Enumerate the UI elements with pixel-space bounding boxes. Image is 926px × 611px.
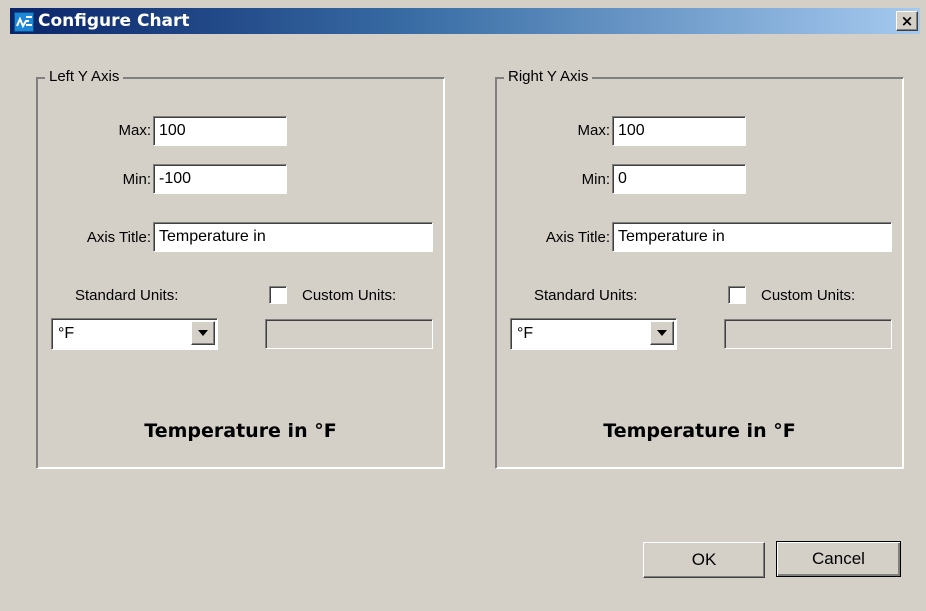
right-custom-units-input[interactable] xyxy=(724,319,892,349)
right-axis-title-input[interactable]: Temperature in xyxy=(612,222,892,252)
left-standard-units-value: °F xyxy=(58,325,75,342)
left-max-label: Max: xyxy=(118,122,151,139)
right-y-axis-legend: Right Y Axis xyxy=(504,68,593,85)
left-max-input[interactable]: 100 xyxy=(153,116,287,146)
chevron-down-icon[interactable] xyxy=(191,321,215,345)
right-custom-units-checkbox[interactable] xyxy=(728,286,746,304)
right-max-label: Max: xyxy=(577,122,610,139)
right-min-input[interactable]: 0 xyxy=(612,164,746,194)
chart-app-icon xyxy=(14,12,34,32)
left-standard-units-select[interactable]: °F xyxy=(51,318,218,350)
right-min-label: Min: xyxy=(581,171,610,188)
left-y-axis-group: Left Y Axis Max: 100 Min: -100 Axis Titl… xyxy=(36,68,445,469)
cancel-button[interactable]: Cancel xyxy=(776,541,901,577)
ok-button[interactable]: OK xyxy=(643,542,765,578)
left-custom-units-checkbox[interactable] xyxy=(269,286,287,304)
left-min-input[interactable]: -100 xyxy=(153,164,287,194)
left-standard-units-label: Standard Units: xyxy=(75,287,179,304)
left-y-axis-legend: Left Y Axis xyxy=(45,68,124,85)
right-standard-units-select[interactable]: °F xyxy=(510,318,677,350)
title-bar[interactable]: Configure Chart × xyxy=(10,8,920,34)
chevron-down-icon[interactable] xyxy=(650,321,674,345)
close-button[interactable]: × xyxy=(896,11,918,31)
right-standard-units-value: °F xyxy=(517,325,534,342)
left-custom-units-input[interactable] xyxy=(265,319,433,349)
right-custom-units-label: Custom Units: xyxy=(761,287,856,304)
right-axis-title-preview: Temperature in °F xyxy=(603,420,796,442)
right-y-axis-group: Right Y Axis Max: 100 Min: 0 Axis Title:… xyxy=(495,68,904,469)
left-axis-title-label: Axis Title: xyxy=(86,229,151,246)
configure-chart-dialog: Configure Chart × Left Y Axis Max: 100 M… xyxy=(0,0,926,611)
left-axis-title-preview: Temperature in °F xyxy=(144,420,337,442)
left-axis-title-input[interactable]: Temperature in xyxy=(153,222,433,252)
left-custom-units-label: Custom Units: xyxy=(302,287,397,304)
right-max-input[interactable]: 100 xyxy=(612,116,746,146)
right-axis-title-label: Axis Title: xyxy=(545,229,610,246)
window-title: Configure Chart xyxy=(38,11,190,31)
right-standard-units-label: Standard Units: xyxy=(534,287,638,304)
left-min-label: Min: xyxy=(122,171,151,188)
